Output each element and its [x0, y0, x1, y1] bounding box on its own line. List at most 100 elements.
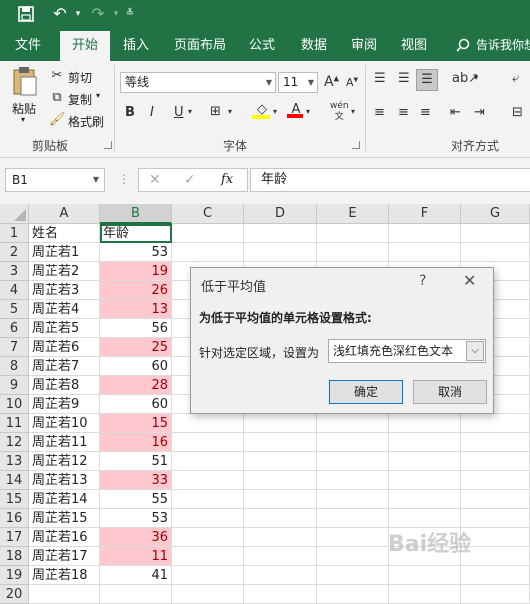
cell-name[interactable]: 周芷若6 — [29, 338, 100, 357]
column-header[interactable]: B — [100, 204, 172, 224]
cell-age[interactable]: 41 — [100, 566, 172, 585]
borders-dropdown-icon[interactable]: ▾ — [228, 107, 232, 116]
cell-name[interactable]: 周芷若18 — [29, 566, 100, 585]
cell-age[interactable]: 16 — [100, 433, 172, 452]
align-top-icon[interactable]: ☰ — [374, 71, 386, 86]
cell-empty[interactable] — [317, 528, 389, 547]
row-header[interactable]: 11 — [0, 414, 29, 433]
font-color-dropdown-icon[interactable]: ▾ — [306, 107, 310, 116]
row-header[interactable]: 2 — [0, 243, 29, 262]
cell-empty[interactable] — [244, 471, 317, 490]
cell-empty[interactable] — [389, 452, 461, 471]
bold-button[interactable]: B — [125, 105, 135, 120]
borders-icon[interactable]: ⊞ — [210, 104, 221, 119]
cell-empty[interactable] — [172, 547, 244, 566]
fill-color-dropdown-icon[interactable]: ▾ — [273, 107, 277, 116]
fill-color-icon[interactable]: ◇ — [252, 102, 272, 119]
grow-font-icon[interactable]: A▲ — [324, 74, 339, 90]
cell-empty[interactable] — [461, 433, 530, 452]
align-bottom-icon[interactable]: ☰ — [416, 69, 438, 91]
orientation-dropdown-icon[interactable]: ▾ — [474, 73, 478, 82]
cell-empty[interactable] — [172, 414, 244, 433]
cell-empty[interactable] — [172, 528, 244, 547]
row-header[interactable]: 6 — [0, 319, 29, 338]
formula-input[interactable]: 年龄 — [250, 168, 530, 192]
cell-age[interactable]: 53 — [100, 509, 172, 528]
cell-empty[interactable] — [317, 547, 389, 566]
column-header[interactable]: G — [461, 204, 530, 224]
column-header[interactable]: A — [29, 204, 100, 224]
copy-button[interactable]: 复制 — [68, 91, 92, 108]
cell-header-age[interactable]: 年龄 — [100, 224, 172, 243]
format-painter-icon[interactable]: 🖌 — [49, 112, 66, 127]
cell-age[interactable]: 11 — [100, 547, 172, 566]
column-header[interactable]: E — [317, 204, 389, 224]
align-center-icon[interactable]: ≡ — [398, 105, 409, 120]
cell-age[interactable]: 15 — [100, 414, 172, 433]
cancel-button[interactable]: 取消 — [413, 380, 487, 404]
cell-empty[interactable] — [317, 490, 389, 509]
align-middle-icon[interactable]: ☰ — [398, 71, 410, 86]
cell-empty[interactable] — [317, 414, 389, 433]
cell-empty[interactable] — [317, 509, 389, 528]
close-icon[interactable]: ✕ — [463, 271, 476, 290]
cell-age[interactable]: 25 — [100, 338, 172, 357]
row-header[interactable]: 12 — [0, 433, 29, 452]
shrink-font-icon[interactable]: A▼ — [346, 76, 358, 89]
cell-empty[interactable] — [389, 490, 461, 509]
cell-empty[interactable] — [317, 566, 389, 585]
row-header[interactable]: 3 — [0, 262, 29, 281]
underline-button[interactable]: U — [174, 105, 184, 120]
cell-age[interactable]: 51 — [100, 452, 172, 471]
cell-empty[interactable] — [172, 490, 244, 509]
customize-icon[interactable]: ≚ — [118, 2, 142, 26]
cell-empty[interactable] — [244, 224, 317, 243]
ok-button[interactable]: 确定 — [329, 380, 403, 404]
select-all-corner[interactable] — [0, 204, 29, 224]
italic-button[interactable]: I — [150, 105, 154, 120]
decrease-indent-icon[interactable]: ⇤ — [450, 105, 461, 120]
cell-empty[interactable] — [172, 433, 244, 452]
cell-empty[interactable] — [244, 490, 317, 509]
cell-empty[interactable] — [389, 243, 461, 262]
row-header[interactable]: 19 — [0, 566, 29, 585]
cell-empty[interactable] — [461, 452, 530, 471]
cell-name[interactable]: 周芷若13 — [29, 471, 100, 490]
tab-home[interactable]: 开始 — [60, 31, 110, 61]
cell-name[interactable]: 周芷若1 — [29, 243, 100, 262]
tell-me-box[interactable]: 告诉我你想 — [476, 31, 530, 61]
cell-age[interactable]: 19 — [100, 262, 172, 281]
cell-name[interactable]: 周芷若5 — [29, 319, 100, 338]
cell-name[interactable]: 周芷若3 — [29, 281, 100, 300]
font-size-select[interactable]: 11 ▼ — [278, 72, 318, 93]
cell-empty[interactable] — [172, 224, 244, 243]
tab-file[interactable]: 文件 — [6, 31, 50, 61]
cancel-icon[interactable]: ✕ — [149, 172, 161, 188]
search-icon[interactable] — [456, 38, 470, 55]
row-header[interactable]: 8 — [0, 357, 29, 376]
font-launcher-icon[interactable] — [352, 141, 360, 149]
tab-review[interactable]: 审阅 — [344, 31, 384, 61]
underline-dropdown-icon[interactable]: ▾ — [188, 107, 192, 116]
cut-button[interactable]: 剪切 — [68, 69, 92, 86]
cell-empty[interactable] — [461, 547, 530, 566]
cell-age[interactable]: 26 — [100, 281, 172, 300]
cell-empty[interactable] — [389, 471, 461, 490]
cell-empty[interactable] — [317, 224, 389, 243]
paste-icon[interactable] — [10, 65, 40, 99]
column-header[interactable]: C — [172, 204, 244, 224]
help-icon[interactable]: ? — [419, 273, 426, 289]
cell-name[interactable]: 姓名 — [29, 224, 100, 243]
cell-name[interactable]: 周芷若11 — [29, 433, 100, 452]
tab-page-layout[interactable]: 页面布局 — [168, 31, 232, 61]
row-header[interactable]: 14 — [0, 471, 29, 490]
copy-icon[interactable]: ⧉ — [49, 90, 65, 105]
cell-empty[interactable] — [244, 452, 317, 471]
cell-empty[interactable] — [461, 566, 530, 585]
cell-name[interactable]: 周芷若16 — [29, 528, 100, 547]
row-header[interactable]: 7 — [0, 338, 29, 357]
clipboard-launcher-icon[interactable] — [104, 141, 112, 149]
cell-empty[interactable] — [461, 509, 530, 528]
cell-name[interactable]: 周芷若10 — [29, 414, 100, 433]
align-right-icon[interactable]: ≡ — [420, 105, 431, 120]
